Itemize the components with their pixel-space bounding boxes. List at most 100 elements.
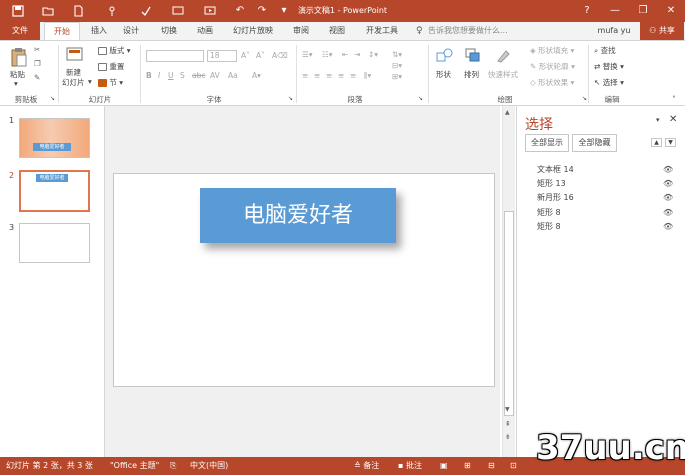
tab-developer[interactable]: 开发工具 <box>360 22 404 40</box>
slide-thumbnail-1[interactable]: 电脑爱好者 <box>19 118 90 158</box>
visibility-eye-icon[interactable]: 👁 <box>663 177 673 191</box>
tab-file[interactable]: 文件 <box>0 22 40 40</box>
format-painter-icon[interactable]: ✎ <box>34 73 40 82</box>
collapse-ribbon-icon[interactable]: ˄ <box>672 95 676 104</box>
normal-view-icon[interactable]: ▣ <box>440 457 448 475</box>
change-case-icon[interactable]: Aa <box>228 71 238 80</box>
bullets-icon[interactable]: ☰▾ <box>302 50 313 59</box>
strikethrough-icon[interactable]: abc <box>192 71 205 80</box>
scroll-down-icon[interactable]: ▼ <box>505 406 510 413</box>
shapes-icon[interactable] <box>436 47 454 65</box>
arrange-icon[interactable] <box>464 47 482 65</box>
select-button[interactable]: ↖ 选择 ▾ <box>594 77 624 88</box>
grow-font-icon[interactable]: A˄ <box>241 51 250 60</box>
tab-slideshow[interactable]: 幻灯片放映 <box>228 22 278 40</box>
font-size-combo[interactable]: 18 <box>207 50 237 62</box>
shrink-font-icon[interactable]: A˅ <box>256 51 265 60</box>
reading-view-icon[interactable]: ⊟ <box>488 457 495 475</box>
vertical-scrollbar[interactable]: ▲ ▼ ⇞ ⇟ <box>502 106 515 457</box>
tab-animations[interactable]: 动画 <box>192 22 218 40</box>
pane-close-icon[interactable]: ✕ <box>669 114 677 125</box>
clipboard-launcher-icon[interactable]: ↘ <box>50 95 55 102</box>
show-all-button[interactable]: 全部显示 <box>525 134 569 152</box>
slide-thumbnail-3[interactable] <box>19 223 90 263</box>
quick-styles-icon[interactable] <box>496 47 512 65</box>
restore-button[interactable]: ❐ <box>629 0 657 22</box>
previous-slide-icon[interactable]: ⇞ <box>505 420 511 428</box>
cut-icon[interactable]: ✂ <box>34 45 40 54</box>
hide-all-button[interactable]: 全部隐藏 <box>572 134 617 152</box>
new-slide-dropdown-icon[interactable]: ▾ <box>88 77 92 86</box>
tab-transitions[interactable]: 切换 <box>156 22 182 40</box>
visibility-eye-icon[interactable]: 👁 <box>663 163 673 177</box>
visibility-eye-icon[interactable]: 👁 <box>663 191 673 205</box>
shape-effects-button[interactable]: ◇ 形状效果 ▾ <box>530 77 574 88</box>
paste-dropdown-icon[interactable]: ▾ <box>14 79 18 88</box>
numbering-icon[interactable]: ☷▾ <box>322 50 333 59</box>
bring-forward-icon[interactable]: ▲ <box>651 138 662 147</box>
minimize-button[interactable]: — <box>601 0 629 22</box>
slide-title-shape[interactable]: 电脑爱好者 <box>200 188 396 243</box>
font-color-icon[interactable]: A▾ <box>252 71 261 80</box>
scroll-up-icon[interactable]: ▲ <box>505 109 510 116</box>
line-spacing-icon[interactable]: ↕▾ <box>368 50 378 59</box>
decrease-indent-icon[interactable]: ⇤ <box>342 50 348 59</box>
selection-item[interactable]: 矩形 8 <box>537 220 561 234</box>
bold-icon[interactable]: B <box>146 71 152 80</box>
arrange-button[interactable]: 排列 <box>464 69 479 80</box>
increase-indent-icon[interactable]: ⇥ <box>354 50 360 59</box>
selection-item[interactable]: 矩形 13 <box>537 177 566 191</box>
visibility-eye-icon[interactable]: 👁 <box>663 220 673 234</box>
ribbon-display-options-icon[interactable]: ? <box>573 0 601 22</box>
new-slide-label-2[interactable]: 幻灯片 <box>62 77 85 88</box>
scrollbar-thumb[interactable] <box>504 211 514 416</box>
tab-design[interactable]: 设计 <box>118 22 144 40</box>
shape-fill-button[interactable]: ◈ 形状填充 ▾ <box>530 45 574 56</box>
language-status[interactable]: 中文(中国) <box>190 457 228 475</box>
pane-options-icon[interactable]: ▾ <box>656 116 660 124</box>
find-button[interactable]: ⌕ 查找 <box>594 45 616 56</box>
drawing-launcher-icon[interactable]: ↘ <box>582 95 587 102</box>
columns-icon[interactable]: ⫼▾ <box>364 71 371 81</box>
section-button[interactable]: 节 ▾ <box>98 77 123 88</box>
copy-icon[interactable]: ❐ <box>34 59 41 68</box>
distribute-icon[interactable]: ≡ <box>350 71 356 80</box>
align-left-icon[interactable]: ≡ <box>302 71 308 80</box>
underline-icon[interactable]: U <box>168 71 174 80</box>
selection-item[interactable]: 文本框 14 <box>537 163 574 177</box>
spelling-status-icon[interactable]: ⎘ <box>170 457 176 475</box>
comments-button[interactable]: ▪ 批注 <box>398 457 422 475</box>
tell-me-search[interactable]: 告诉我您想要做什么... <box>428 22 514 40</box>
close-button[interactable]: ✕ <box>657 0 685 22</box>
visibility-eye-icon[interactable]: 👁 <box>663 206 673 220</box>
layout-button[interactable]: 版式 ▾ <box>98 45 131 56</box>
shapes-button[interactable]: 形状 <box>436 69 451 80</box>
clear-format-icon[interactable]: A⌫ <box>272 51 288 60</box>
smartart-icon[interactable]: ⊞▾ <box>392 72 402 81</box>
justify-icon[interactable]: ≡ <box>338 71 344 80</box>
font-name-combo[interactable] <box>146 50 204 62</box>
align-center-icon[interactable]: ≡ <box>314 71 320 80</box>
shadow-icon[interactable]: S <box>180 71 185 80</box>
notes-button[interactable]: ≙ 备注 <box>354 457 379 475</box>
reset-button[interactable]: 重置 <box>98 61 124 72</box>
align-right-icon[interactable]: ≡ <box>326 71 332 80</box>
tab-review[interactable]: 审阅 <box>288 22 314 40</box>
text-direction-icon[interactable]: ⇅▾ <box>392 50 402 59</box>
new-slide-icon[interactable] <box>66 47 84 65</box>
slide-sorter-icon[interactable]: ⊞ <box>464 457 471 475</box>
slide-thumbnail-2[interactable]: 电脑爱好者 <box>19 170 90 212</box>
paragraph-launcher-icon[interactable]: ↘ <box>418 95 423 102</box>
tab-view[interactable]: 视图 <box>324 22 350 40</box>
shape-outline-button[interactable]: ✎ 形状轮廓 ▾ <box>530 61 575 72</box>
selection-item[interactable]: 新月形 16 <box>537 191 574 205</box>
quick-styles-button[interactable]: 快速样式 <box>488 69 518 80</box>
align-text-icon[interactable]: ⊟▾ <box>392 61 402 70</box>
tab-home[interactable]: 开始 <box>44 22 80 40</box>
tab-insert[interactable]: 插入 <box>86 22 112 40</box>
send-backward-icon[interactable]: ▼ <box>665 138 676 147</box>
user-name[interactable]: mufa yu <box>594 22 634 40</box>
font-launcher-icon[interactable]: ↘ <box>288 95 293 102</box>
share-button[interactable]: ⚇ 共享 <box>640 22 684 40</box>
replace-button[interactable]: ⇄ 替换 ▾ <box>594 61 624 72</box>
